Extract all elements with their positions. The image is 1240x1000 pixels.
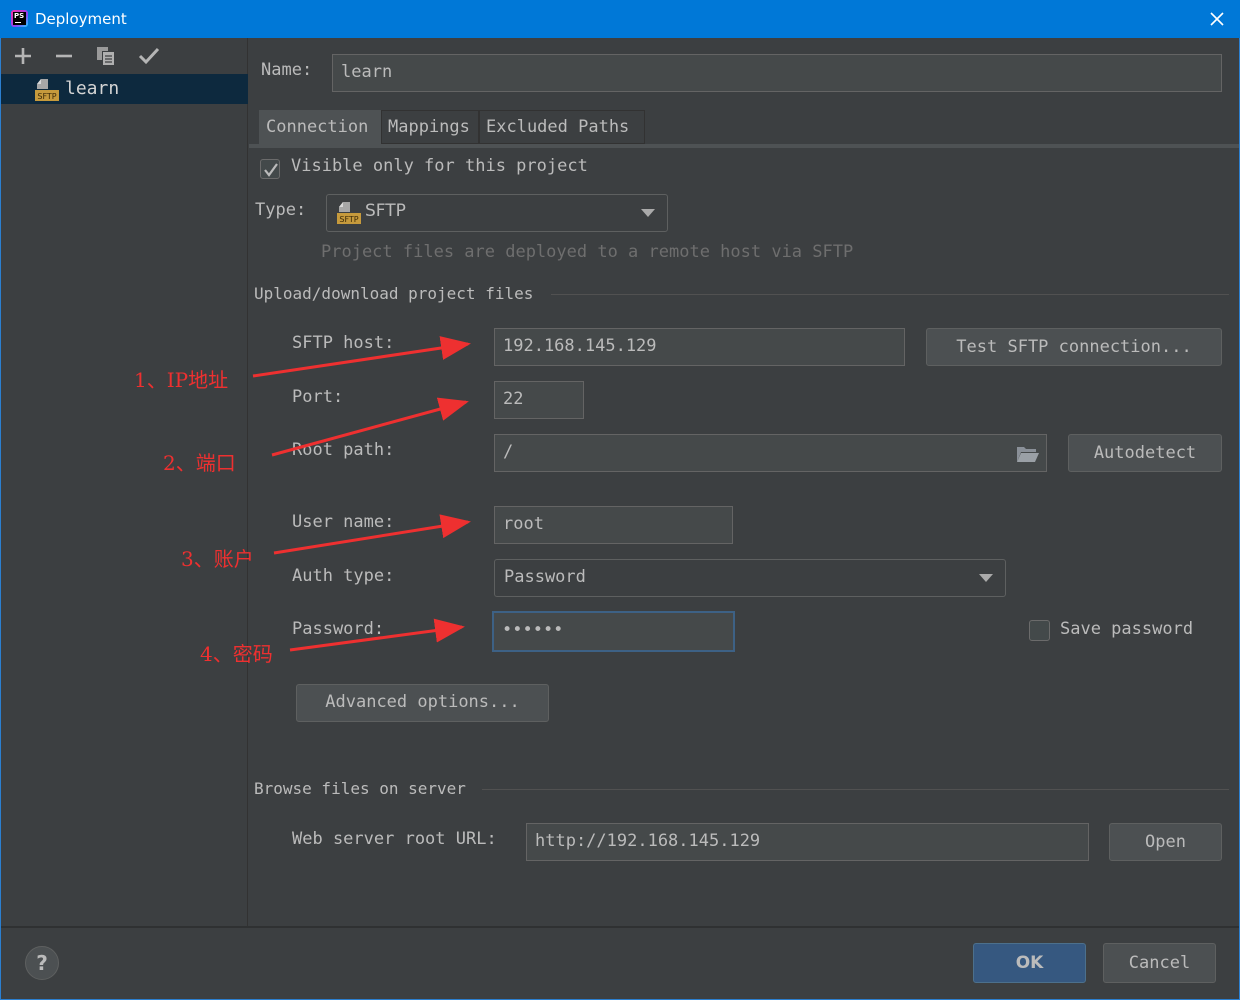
sftp-type-badge: SFTP [339,215,358,224]
port-label: Port: [292,387,344,407]
tab-excluded-paths[interactable]: Excluded Paths [479,110,645,144]
server-config-panel: Name: learn Connection Mappings Excluded… [249,38,1239,926]
advanced-options-button[interactable]: Advanced options... [296,684,549,722]
servers-sidebar: SFTP learn [1,38,248,926]
title-bar: PS Deployment [0,0,1240,38]
root-path-label: Root path: [292,440,395,460]
server-name: learn [65,78,120,99]
cancel-button[interactable]: Cancel [1103,943,1216,983]
type-label: Type: [255,200,307,220]
copy-icon [97,47,114,65]
password-label: Password: [292,619,385,639]
annotation-password: 4、密码 [200,642,273,666]
web-root-input[interactable]: http://192.168.145.129 [526,823,1089,861]
phpstorm-icon: PS [11,10,28,27]
server-list-item[interactable]: SFTP learn [1,74,248,104]
root-path-input[interactable]: / [494,434,1047,472]
visible-only-label: Visible only for this project [291,156,588,176]
chevron-down-icon [979,574,993,582]
type-value: SFTP [365,201,406,221]
annotation-ip: 1、IP地址 [134,368,229,392]
save-password-label: Save password [1060,619,1194,639]
minus-icon [56,54,72,58]
copy-button[interactable] [94,44,118,68]
annotation-user: 3、账户 [181,547,254,571]
footer-separator [1,926,1239,928]
check-icon [138,47,160,65]
auth-type-value: Password [504,567,586,587]
plus-icon [15,48,31,64]
root-path-value: / [503,442,514,462]
help-button[interactable]: ? [25,946,59,980]
tab-connection[interactable]: Connection [259,110,381,144]
sftp-badge-text: SFTP [37,92,56,101]
auth-type-dropdown[interactable]: Password [494,559,1006,597]
save-password-checkbox[interactable] [1029,620,1050,641]
visible-only-checkbox[interactable] [260,159,280,179]
sftp-host-input[interactable]: 192.168.145.129 [494,328,905,366]
add-button[interactable] [11,44,35,68]
port-input[interactable]: 22 [494,381,584,419]
upload-group-title: Upload/download project files [254,284,534,303]
auth-type-label: Auth type: [292,566,395,586]
name-label: Name: [261,60,313,80]
open-button[interactable]: Open [1109,823,1222,861]
name-input[interactable]: learn [332,54,1222,92]
autodetect-button[interactable]: Autodetect [1068,434,1222,472]
type-hint: Project files are deployed to a remote h… [321,242,854,262]
password-input[interactable]: •••••• [492,611,735,652]
test-connection-button[interactable]: Test SFTP connection... [926,328,1222,366]
web-root-label: Web server root URL: [292,829,497,849]
browse-group-title: Browse files on server [254,779,466,798]
group-separator [482,789,1229,790]
close-icon [1210,12,1224,26]
user-name-input[interactable]: root [494,506,733,544]
annotation-port: 2、端口 [163,451,236,475]
remove-button[interactable] [52,44,76,68]
sftp-server-icon: SFTP [35,79,59,101]
group-separator [551,294,1229,295]
chevron-down-icon [641,209,655,217]
window-title: Deployment [35,10,127,28]
sftp-host-label: SFTP host: [292,333,395,353]
tab-strip-border [249,144,1239,148]
sftp-type-icon: SFTP [337,202,361,224]
check-icon [264,163,278,177]
close-button[interactable] [1208,9,1226,29]
sidebar-toolbar [1,38,248,74]
user-name-label: User name: [292,512,395,532]
tab-mappings[interactable]: Mappings [381,110,479,144]
folder-icon[interactable] [1016,444,1040,464]
set-default-button[interactable] [137,44,161,68]
ok-button[interactable]: OK [973,943,1086,983]
type-dropdown[interactable]: SFTP SFTP [326,194,668,232]
